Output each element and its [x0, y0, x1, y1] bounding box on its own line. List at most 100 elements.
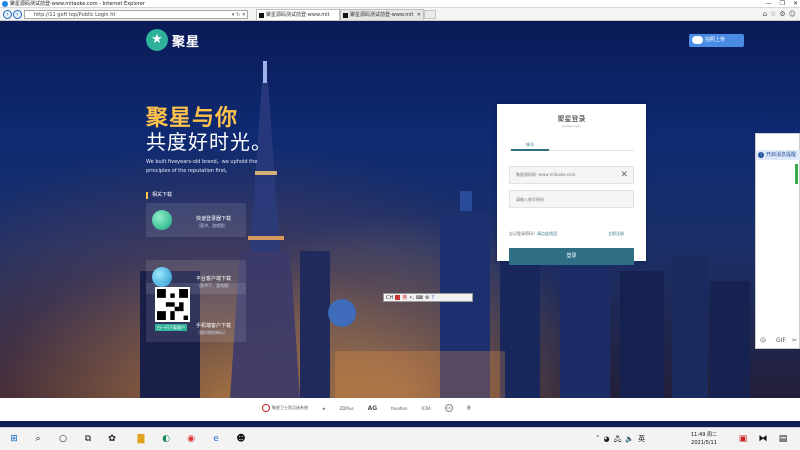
username-input[interactable] [510, 167, 620, 183]
system-tray: ˄ ◕ 🖧 🔈 英 [596, 433, 645, 445]
address-bar-row: ‹ › http://11 goH top/Public Login ht ▾ … [0, 8, 800, 21]
partner-logo-icra: ICRA [421, 405, 431, 411]
home-icon[interactable]: ⌂ [763, 9, 767, 20]
shield-icon [262, 404, 270, 412]
download-card-desc: （直冲、游戏登） [196, 223, 228, 228]
partner-logo-star: ★ [322, 405, 326, 411]
download-card-title: 手机端客户下载 [196, 323, 232, 329]
download-card-title: 平台客户端下载 [196, 276, 232, 282]
favorites-icon[interactable]: ☆ [770, 9, 776, 20]
ime-mode[interactable]: 英 [402, 294, 407, 301]
notification-icon[interactable]: ▣ [737, 433, 749, 445]
login-tabs: 帐号 [509, 141, 634, 151]
partner-footer: 聚星卫士防沉迷系统 ★ ZDPlus AG fovation ICRA 18 备 [0, 398, 800, 421]
browser-toolbar-icons: ⌂ ☆ ⚙ ☺ [763, 9, 796, 20]
download-card-desc: （随时随地畅玩） [196, 330, 228, 335]
photo-upload-button[interactable]: 拍照上传 [689, 34, 744, 47]
tray-language[interactable]: 英 [638, 433, 645, 445]
recover-password-link[interactable]: 请点此找回 [537, 231, 557, 236]
cloud-icon [692, 36, 703, 44]
tray-app-icon[interactable]: ◕ [604, 433, 610, 445]
windows-start-icon[interactable]: ⊞ [8, 433, 20, 445]
qr-download-badge: 扫一扫下载客户 [155, 324, 187, 331]
new-tab-button[interactable] [424, 10, 436, 19]
city-night-background [140, 61, 750, 398]
ime-help-icon[interactable]: ? [432, 295, 435, 301]
login-button[interactable]: 登录 [509, 248, 634, 265]
partner-label: 聚星卫士防沉迷系统 [272, 405, 308, 410]
internet-explorer-icon [2, 1, 8, 7]
address-url[interactable]: http://11 goH top/Public Login ht [34, 11, 115, 19]
download-card-mobile[interactable]: 扫一扫下载客户 手机端客户下载 （随时随地畅玩） [146, 283, 246, 342]
taskbar-clock[interactable]: 11:49 周二 2021/5/11 [686, 431, 722, 447]
back-icon[interactable]: ‹ [3, 10, 12, 19]
search-icon[interactable]: ⌕ [32, 433, 44, 445]
tray-volume-icon[interactable]: 🔈 [625, 433, 634, 445]
task-view-icon[interactable]: ⧉ [82, 433, 94, 445]
hero-tagline: We built fiveyears-old brand，we uphold t… [146, 159, 258, 174]
maximize-button[interactable]: ❐ [780, 0, 785, 8]
tab-account[interactable]: 帐号 [511, 141, 549, 151]
ime-toolbar[interactable]: CH 英 •, ⌨ ⚙ ? [383, 293, 473, 302]
forgot-password: 忘记登录密码？请点此找回 [509, 231, 557, 237]
forward-icon[interactable]: › [13, 10, 22, 19]
emoji-icon[interactable]: ☹ [760, 337, 766, 344]
login-panel: 聚星登录 Juxing Login 帐号 ✕ 忘记登录密码？请点此找回 立即注册… [497, 104, 646, 265]
ime-punct-icon[interactable]: •, [409, 295, 414, 301]
download-card-launcher[interactable]: 快速登录器下载 （直冲、游戏登） [146, 203, 246, 237]
partner-logo-fovation: fovation [391, 405, 408, 411]
partner-logo-ag: AG [367, 404, 378, 412]
star-logo-icon: ★ [146, 29, 168, 51]
tab-1[interactable]: 聚星源码测试前登-www.mit [256, 9, 340, 20]
username-field[interactable]: ✕ [509, 166, 634, 184]
cortana-icon[interactable]: ○ [57, 433, 69, 445]
file-explorer-icon[interactable]: ▇ [135, 433, 147, 445]
qq-icon[interactable]: ☻ [235, 433, 247, 445]
chat-scrollbar[interactable] [795, 164, 798, 184]
address-controls[interactable]: ▾ ↻ ✕ [232, 11, 246, 19]
tab-2[interactable]: 聚星源码测试前登-www.mit ✕ [340, 9, 424, 20]
password-field[interactable] [509, 190, 634, 208]
clear-icon[interactable]: ✕ [620, 169, 628, 181]
tab-label: 聚星源码测试前登-www.mit [350, 12, 414, 18]
minimize-button[interactable]: — [766, 0, 772, 8]
launcher-icon [152, 210, 172, 230]
partner-logo-icp: 备 [466, 405, 471, 410]
ime-keyboard-icon[interactable]: ⌨ [416, 295, 423, 301]
action-center-icon[interactable]: ▤ [777, 433, 789, 445]
close-window-button[interactable]: ✕ [793, 0, 798, 8]
tray-network-icon[interactable]: 🖧 [614, 433, 622, 445]
address-field[interactable]: http://11 goH top/Public Login ht ▾ ↻ ✕ [24, 10, 248, 19]
download-card-title: 快速登录器下载 [196, 216, 232, 222]
qr-pattern [157, 289, 188, 320]
partner-logo-18: 18 [444, 404, 453, 412]
tab-favicon [343, 13, 348, 18]
brand-logo[interactable]: ★ 聚星 [146, 29, 200, 51]
settings-icon[interactable]: ⚙ [779, 9, 785, 20]
scissors-icon[interactable]: ✂ [792, 337, 797, 344]
smiley-icon[interactable]: ☺ [789, 9, 796, 20]
gif-icon[interactable]: GIF [776, 337, 786, 344]
edge-icon[interactable]: ◐ [160, 433, 172, 445]
close-tab-icon[interactable]: ✕ [417, 10, 421, 20]
register-link[interactable]: 立即注册 [608, 231, 624, 237]
ime-lang-label[interactable]: CH [386, 295, 393, 301]
tray-chevron-icon[interactable]: ˄ [596, 433, 600, 445]
message-reminder-label[interactable]: 开启消息提醒 [766, 152, 796, 158]
message-reminder-bar[interactable]: i 开启消息提醒 [756, 150, 800, 160]
tab-favicon [259, 13, 264, 18]
desktop-switch-icon[interactable]: ⧓ [757, 433, 769, 445]
ime-settings-icon[interactable]: ⚙ [425, 295, 429, 301]
hero-subheadline: 共度好时光。 [146, 130, 272, 154]
downloads-title: 相关下载 [146, 192, 172, 199]
login-title: 聚星登录 [557, 115, 586, 123]
info-icon: i [758, 152, 764, 158]
page-viewport: ★ 聚星 拍照上传 聚星与你 共度好时光。 We built fiveyears… [0, 21, 800, 398]
forgot-password-label: 忘记登录密码？ [509, 231, 537, 236]
app-icon[interactable]: ✿ [106, 433, 118, 445]
password-input[interactable] [510, 191, 620, 207]
internet-explorer-task-icon[interactable]: e [210, 433, 222, 445]
ime-logo-icon[interactable] [395, 295, 401, 300]
window-controls: — ❐ ✕ [766, 0, 798, 8]
chrome-icon[interactable]: ◉ [185, 433, 197, 445]
